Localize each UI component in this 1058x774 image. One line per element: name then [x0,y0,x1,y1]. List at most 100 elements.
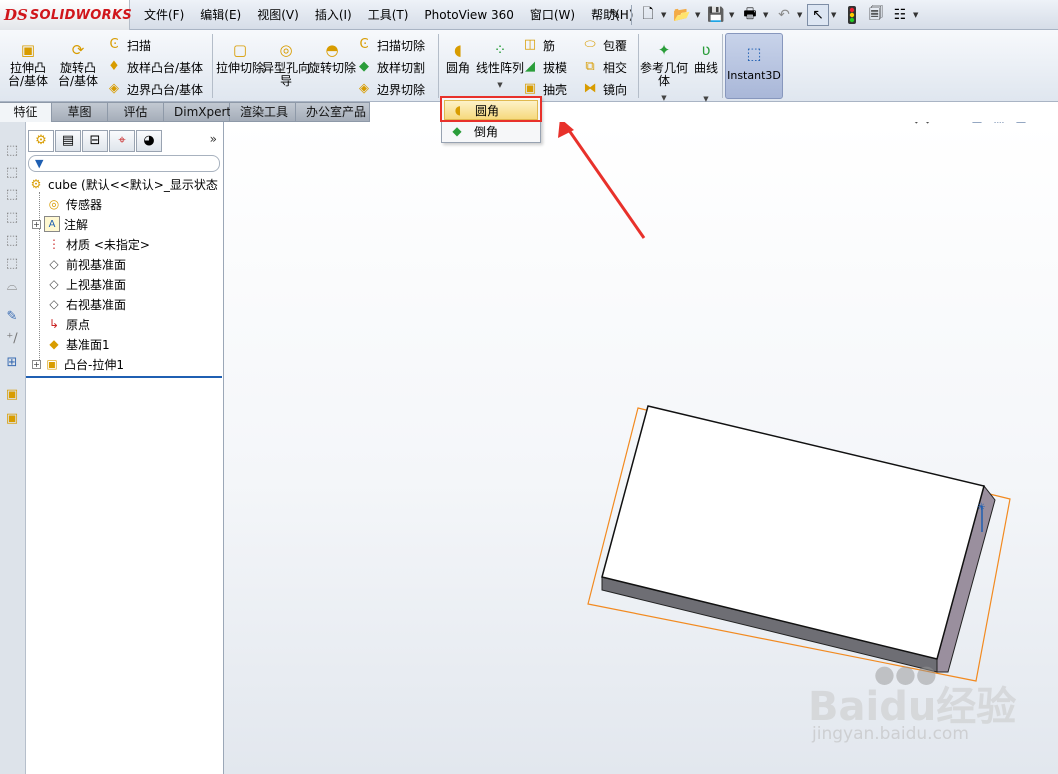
tree-item-right-plane[interactable]: ◇ 右视基准面 [46,294,126,314]
smart-dimension-icon[interactable]: ⁺∕ [3,330,21,348]
section-view-icon[interactable]: ▥ [968,122,986,126]
feature-filter-input[interactable]: ▼ [28,155,220,172]
brand-name: SOLIDWORKS [29,7,133,23]
chevron-down-icon[interactable]: ▼ [661,4,669,26]
tree-item-annotations[interactable]: + A 注解 [32,214,88,234]
expand-panel-icon[interactable]: » [210,132,217,146]
file-properties-icon[interactable]: 🗐 [865,4,887,26]
view-cube-icon[interactable]: ⬚ [3,232,21,250]
view-cube-icon[interactable]: ⬚ [3,209,21,227]
swept-cut-button[interactable]: Ͼ 扫描切除 [356,34,425,56]
chevron-down-icon[interactable]: ▼ [797,4,805,26]
tab-features[interactable]: 特征 [0,102,52,122]
material-icon: ⋮ [48,237,60,251]
save-icon[interactable]: 💾 [705,4,727,26]
sweep-button[interactable]: Ͼ 扫描 [106,34,151,56]
menu-file[interactable]: 文件(F) [136,0,192,30]
configuration-manager-tab-icon[interactable]: ⊟ [82,130,108,152]
solidworks-logo[interactable]: DS SOLIDWORKS [0,0,133,30]
mirror-button[interactable]: ⧓ 镜向 [582,78,628,100]
chevron-down-icon[interactable]: ▼ [497,81,502,89]
tree-item-origin[interactable]: ↳ 原点 [46,314,90,334]
tree-item-front-plane[interactable]: ◇ 前视基准面 [46,254,126,274]
cube-top-face[interactable] [601,405,985,660]
chevron-down-icon[interactable]: ▼ [763,4,771,26]
reference-geometry-button[interactable]: ✦ 参考几何体 ▼ [640,32,688,102]
tree-item-material[interactable]: ⋮ 材质 <未指定> [46,234,150,254]
menu-view[interactable]: 视图(V) [249,0,307,30]
more-icon[interactable]: ▸ [1034,122,1052,126]
menu-photoview[interactable]: PhotoView 360 [416,0,521,30]
undo-icon[interactable]: ↶ [773,4,795,26]
feature-manager-tab-icon[interactable]: ⚙ [28,130,54,152]
view-cube-icon[interactable]: ⬚ [3,255,21,273]
fillet-button[interactable]: ◖ 圆角 [434,32,482,98]
boundary-boss-button[interactable]: ◈ 边界凸台/基体 [106,78,203,100]
options-icon[interactable]: ☷ [889,4,911,26]
boundary-cut-button[interactable]: ◈ 边界切除 [356,78,425,100]
relation-icon[interactable]: ⊞ [3,354,21,372]
chevron-down-icon[interactable]: ▼ [661,94,666,102]
expand-plus-icon[interactable]: + [32,359,41,369]
draft-button[interactable]: ◢ 拔模 [522,56,567,78]
chamfer-icon: ◆ [452,124,462,138]
property-manager-tab-icon[interactable]: ▤ [55,130,81,152]
rebuild-traffic-light-icon[interactable] [841,4,863,26]
chevron-down-icon[interactable]: ▼ [729,4,737,26]
lofted-cut-button[interactable]: ◆ 放样切割 [356,56,425,78]
chevron-down-icon[interactable]: ▼ [913,4,921,26]
tree-item-boss-extrude1[interactable]: + ▣ 凸台-拉伸1 [32,354,124,374]
tab-evaluate[interactable]: 评估 [108,102,164,122]
expand-plus-icon[interactable]: + [32,219,41,229]
tree-root-part[interactable]: ⚙ cube (默认<<默认>_显示状态 [28,174,218,194]
zoom-to-fit-icon[interactable]: 🔍 [902,122,920,126]
chevron-down-icon[interactable]: ▼ [831,4,839,26]
view-orientation-icon[interactable]: ⬚ [990,122,1008,126]
select-arrow-icon[interactable]: ↖ [807,4,829,26]
menu-edit[interactable]: 编辑(E) [192,0,249,30]
view-cube-icon[interactable]: ⬚ [3,164,21,182]
tab-office-products[interactable]: 办公室产品 [296,102,370,122]
revolve-cut-button[interactable]: ◓ 旋转切除 [308,32,356,98]
graphics-area[interactable]: 🔍 🔎 ↶ ▥ ⬚ ◧ ▸ ✳ ●●● Baidu经验 jingyan.baid… [224,122,1058,774]
instant3d-button[interactable]: ⬚ Instant3D [725,33,783,99]
feature-icon[interactable]: ▣ [3,410,21,428]
tab-render-tools[interactable]: 渲染工具 [230,102,296,122]
pin-icon[interactable]: ✎ [604,4,626,26]
view-cube-icon[interactable]: ⬚ [3,186,21,204]
rib-button[interactable]: ◫ 筋 [522,34,555,56]
dimxpert-manager-tab-icon[interactable]: ⌖ [109,130,135,152]
tab-dimxpert[interactable]: DimXpert [164,102,231,122]
zoom-to-area-icon[interactable]: 🔎 [924,122,942,126]
rollback-bar[interactable] [26,376,222,378]
menu-tools[interactable]: 工具(T) [360,0,417,30]
tree-item-top-plane[interactable]: ◇ 上视基准面 [46,274,126,294]
open-folder-icon[interactable]: 📂 [671,4,693,26]
previous-view-icon[interactable]: ↶ [946,122,964,126]
feature-icon[interactable]: ▣ [3,386,21,404]
tab-sketch[interactable]: 草图 [52,102,108,122]
new-document-icon[interactable]: 🗋 [637,4,659,26]
linear-pattern-button[interactable]: ⁘ 线性阵列 ▼ [476,32,524,98]
intersect-label: 相交 [603,60,628,75]
group-separator [638,34,639,98]
view-cube-icon[interactable]: ⬚ [3,142,21,160]
extrude-cut-button[interactable]: ▢ 拉伸切除 [216,32,264,98]
intersect-button[interactable]: ⧉ 相交 [582,56,627,78]
chevron-down-icon[interactable]: ▼ [695,4,703,26]
menu-item-chamfer[interactable]: ◆ 倒角 [444,121,538,141]
display-manager-tab-icon[interactable]: ◕ [136,130,162,152]
loft-boss-button[interactable]: ♦ 放样凸台/基体 [106,56,203,78]
menu-window[interactable]: 窗口(W) [522,0,583,30]
revolve-boss-button[interactable]: ⟳ 旋转凸台/基体 [54,32,102,98]
tree-item-sensors[interactable]: ◎ 传感器 [46,194,102,214]
sketch-pencil-icon[interactable]: ✎ [3,308,21,326]
display-style-icon[interactable]: ◧ [1012,122,1030,126]
cylinder-view-icon[interactable]: ⌓ [3,278,21,296]
menu-insert[interactable]: 插入(I) [307,0,360,30]
print-icon[interactable]: 🖶 [739,4,761,26]
hole-wizard-button[interactable]: ◎ 异型孔向导 [262,32,310,98]
wrap-button[interactable]: ⬭ 包覆 [582,34,627,56]
tree-item-plane1[interactable]: ◆ 基准面1 [46,334,109,354]
extrude-boss-button[interactable]: ▣ 拉伸凸台/基体 [4,32,52,98]
